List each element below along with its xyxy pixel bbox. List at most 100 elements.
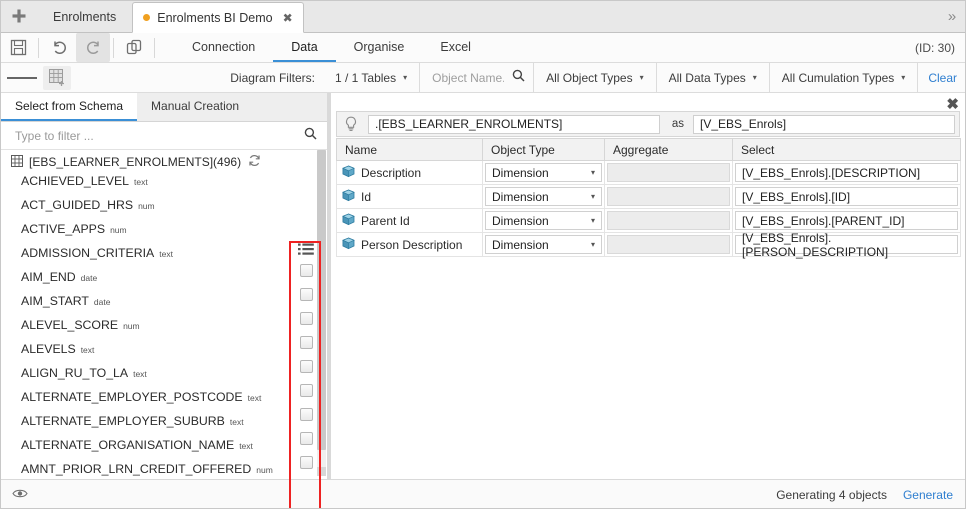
schema-column-list[interactable]: ACHIEVED_LEVEL text ACT_GUIDED_HRS num ACTIV… bbox=[1, 174, 311, 476]
refresh-icon[interactable] bbox=[248, 154, 261, 170]
column-checkbox[interactable] bbox=[299, 288, 313, 301]
schema-search-icon[interactable] bbox=[304, 127, 317, 145]
search-icon[interactable] bbox=[512, 69, 525, 87]
object-type-dropdown[interactable]: Dimension ▾ bbox=[485, 211, 602, 230]
object-type-dropdown[interactable]: Dimension ▾ bbox=[485, 163, 602, 182]
schema-table-header[interactable]: [EBS_LEARNER_ENROLMENTS](496) bbox=[1, 150, 327, 174]
object-type-dropdown[interactable]: Dimension ▾ bbox=[485, 235, 602, 254]
cell-select[interactable]: [V_EBS_Enrols].[ID] bbox=[732, 184, 961, 209]
select-expression-field[interactable]: [V_EBS_Enrols].[PARENT_ID] bbox=[735, 211, 958, 230]
tab-enrolments-bi-demo[interactable]: Enrolments BI Demo ✖ bbox=[132, 2, 304, 33]
cell-object-type[interactable]: Dimension ▾ bbox=[482, 232, 605, 257]
tab-excel[interactable]: Excel bbox=[422, 33, 489, 62]
table-name-field[interactable]: .[EBS_LEARNER_ENROLMENTS] bbox=[368, 114, 660, 134]
column-checkbox[interactable] bbox=[299, 264, 313, 277]
column-checkbox[interactable] bbox=[299, 360, 313, 373]
cell-select[interactable]: [V_EBS_Enrols].[PERSON_DESCRIPTION] bbox=[732, 231, 961, 259]
undo-button[interactable] bbox=[42, 33, 76, 62]
tab-manual-creation[interactable]: Manual Creation bbox=[137, 93, 254, 121]
table-row[interactable]: Description Dimension ▾ [V_EBS_Enrols].[DES… bbox=[336, 160, 961, 185]
schema-column-item[interactable]: ALIGN_RU_TO_LA text bbox=[1, 366, 311, 390]
cell-object-type[interactable]: Dimension ▾ bbox=[482, 208, 605, 233]
cell-name[interactable]: Parent Id bbox=[336, 208, 483, 233]
object-type-dropdown[interactable]: Dimension ▾ bbox=[485, 187, 602, 206]
cell-name[interactable]: Id bbox=[336, 184, 483, 209]
cell-name[interactable]: Description bbox=[336, 160, 483, 185]
schema-column-item[interactable]: ALEVELS text bbox=[1, 342, 311, 366]
schema-column-item[interactable]: ADMISSION_CRITERIA text bbox=[1, 246, 311, 270]
column-checkbox[interactable] bbox=[299, 408, 313, 421]
column-header-name[interactable]: Name bbox=[336, 138, 483, 161]
save-button[interactable] bbox=[1, 33, 35, 62]
schema-column-item[interactable]: AIM_START date bbox=[1, 294, 311, 318]
schema-column-item[interactable]: ALTERNATE_EMPLOYER_POSTCODE text bbox=[1, 390, 311, 414]
schema-column-item[interactable]: ALTERNATE_EMPLOYER_SUBURB text bbox=[1, 414, 311, 438]
cell-aggregate[interactable] bbox=[604, 184, 733, 209]
select-expression-field[interactable]: [V_EBS_Enrols].[DESCRIPTION] bbox=[735, 163, 958, 182]
table-row[interactable]: Id Dimension ▾ [V_EBS_Enrols].[ID] bbox=[336, 184, 961, 209]
schema-column-item[interactable]: AMNT_PRIOR_LRN_CREDIT_OFFERED num bbox=[1, 462, 311, 476]
cell-aggregate[interactable] bbox=[604, 232, 733, 257]
aggregate-field[interactable] bbox=[607, 235, 730, 254]
tab-select-from-schema[interactable]: Select from Schema bbox=[1, 93, 138, 121]
add-table-button[interactable] bbox=[43, 65, 71, 90]
select-expression-field[interactable]: [V_EBS_Enrols].[ID] bbox=[735, 187, 958, 206]
cell-aggregate[interactable] bbox=[604, 160, 733, 185]
schema-column-item[interactable]: ACTIVE_APPS num bbox=[1, 222, 311, 246]
data-types-dropdown[interactable]: All Data Types ▾ bbox=[655, 63, 769, 92]
column-checkbox[interactable] bbox=[299, 456, 313, 469]
lightbulb-icon[interactable] bbox=[337, 116, 365, 132]
tables-count-dropdown[interactable]: 1 / 1 Tables ▾ bbox=[323, 63, 419, 92]
aggregate-field[interactable] bbox=[607, 163, 730, 182]
column-header-select[interactable]: Select bbox=[732, 138, 961, 161]
generate-button[interactable]: Generate bbox=[903, 488, 953, 502]
tab-organise[interactable]: Organise bbox=[336, 33, 423, 62]
cumulation-types-dropdown[interactable]: All Cumulation Types ▾ bbox=[768, 63, 918, 92]
copy-button[interactable] bbox=[117, 33, 151, 62]
cell-name[interactable]: Person Description bbox=[336, 232, 483, 257]
column-checkbox[interactable] bbox=[299, 384, 313, 397]
tab-overflow-icon[interactable]: » bbox=[937, 1, 965, 32]
schema-column-item[interactable]: ALTERNATE_ORGANISATION_NAME text bbox=[1, 438, 311, 462]
new-tab-button[interactable] bbox=[1, 1, 37, 32]
schema-column-item[interactable]: ACT_GUIDED_HRS num bbox=[1, 198, 311, 222]
schema-column-item[interactable]: ALEVEL_SCORE num bbox=[1, 318, 311, 342]
diagram-filters-group: Diagram Filters: 1 / 1 Tables ▾ All Obje… bbox=[230, 63, 965, 92]
object-name-search-box[interactable] bbox=[419, 63, 533, 92]
cell-select[interactable]: [V_EBS_Enrols].[DESCRIPTION] bbox=[732, 160, 961, 185]
search-input[interactable] bbox=[430, 69, 507, 86]
tab-connection[interactable]: Connection bbox=[174, 33, 273, 62]
table-row[interactable]: Person Description Dimension ▾ [V_EBS_Enrol… bbox=[336, 231, 961, 259]
aggregate-field[interactable] bbox=[607, 211, 730, 230]
cell-object-type[interactable]: Dimension ▾ bbox=[482, 184, 605, 209]
tab-enrolments[interactable]: Enrolments bbox=[37, 1, 132, 32]
cell-object-type[interactable]: Dimension ▾ bbox=[482, 160, 605, 185]
column-checkbox[interactable] bbox=[299, 336, 313, 349]
column-checkbox[interactable] bbox=[299, 312, 313, 325]
tab-data[interactable]: Data bbox=[273, 33, 336, 62]
save-icon bbox=[10, 39, 26, 56]
schema-column-datatype: text bbox=[134, 177, 148, 187]
select-expression-field[interactable]: [V_EBS_Enrols].[PERSON_DESCRIPTION] bbox=[735, 231, 958, 259]
column-header-object-type[interactable]: Object Type bbox=[482, 138, 605, 161]
aggregate-field[interactable] bbox=[607, 187, 730, 206]
preview-eye-icon[interactable] bbox=[12, 486, 28, 504]
schema-filter-input[interactable] bbox=[13, 127, 304, 144]
column-checkbox[interactable] bbox=[299, 432, 313, 445]
cell-select[interactable]: [V_EBS_Enrols].[PARENT_ID] bbox=[732, 208, 961, 233]
cell-aggregate[interactable] bbox=[604, 208, 733, 233]
object-types-dropdown[interactable]: All Object Types ▾ bbox=[533, 63, 656, 92]
column-select-checkboxes[interactable] bbox=[293, 240, 319, 508]
table-row[interactable]: Parent Id Dimension ▾ [V_EBS_Enrols].[PAREN… bbox=[336, 208, 961, 233]
schema-column-item[interactable]: AIM_END date bbox=[1, 270, 311, 294]
close-icon[interactable]: ✖ bbox=[283, 12, 293, 24]
select-all-icon[interactable] bbox=[298, 243, 314, 256]
table-alias-field[interactable]: [V_EBS_Enrols] bbox=[693, 114, 955, 134]
toolbar-divider bbox=[38, 37, 39, 58]
clear-filters-button[interactable]: Clear bbox=[917, 63, 965, 92]
close-panel-icon[interactable]: ✖ bbox=[946, 95, 959, 113]
redo-button[interactable] bbox=[76, 33, 110, 62]
column-header-aggregate[interactable]: Aggregate bbox=[604, 138, 733, 161]
menu-icon[interactable] bbox=[7, 63, 37, 92]
schema-column-item[interactable]: ACHIEVED_LEVEL text bbox=[1, 174, 311, 198]
